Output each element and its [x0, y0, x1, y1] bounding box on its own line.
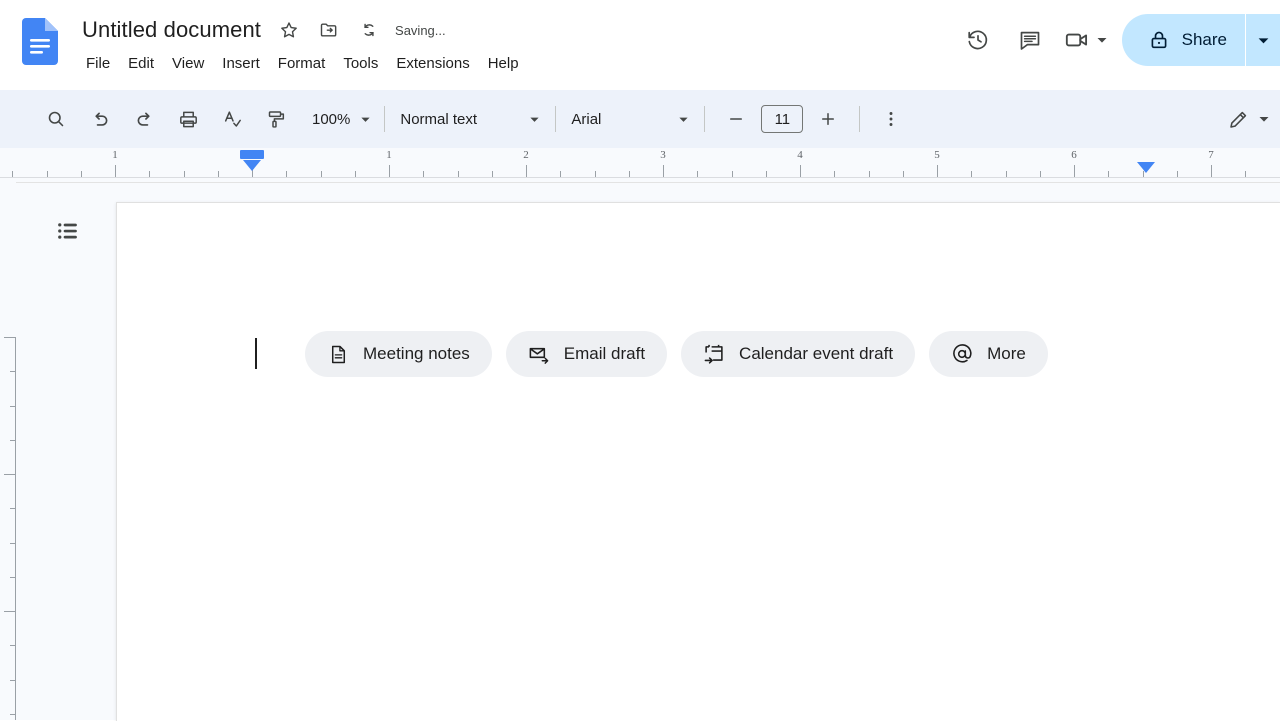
chip-email-draft[interactable]: Email draft [506, 331, 667, 377]
ruler-tick-major [800, 165, 801, 177]
editor-workspace: Meeting notes Email draft [16, 182, 1280, 720]
ruler-tick-major [526, 165, 527, 177]
share-dropdown-caret-icon[interactable] [1246, 14, 1280, 66]
chip-label: More [987, 344, 1026, 364]
chip-label: Meeting notes [363, 344, 470, 364]
ruler-number: 1 [386, 149, 392, 161]
chip-calendar-event-draft[interactable]: Calendar event draft [681, 331, 915, 377]
ruler-number: 5 [934, 149, 940, 161]
menu-help[interactable]: Help [480, 52, 527, 75]
toolbar-divider [859, 106, 860, 132]
header-actions: Share [952, 14, 1280, 66]
video-camera-icon [1064, 27, 1090, 53]
ruler-tick-major [1074, 165, 1075, 177]
font-size-stepper: 11 [714, 102, 850, 136]
menu-bar: File Edit View Insert Format Tools Exten… [78, 48, 529, 78]
main-toolbar: 100% Normal text Arial 11 [0, 90, 1280, 148]
ruler-number: 7 [1208, 149, 1214, 161]
left-indent-marker[interactable] [240, 150, 264, 171]
horizontal-ruler[interactable]: 1 1 2 3 4 5 6 7 [0, 148, 1280, 182]
toolbar-divider [704, 106, 705, 132]
smart-chip-suggestions: Meeting notes Email draft [305, 331, 1062, 377]
share-button[interactable]: Share [1122, 14, 1245, 66]
ruler-number: 6 [1071, 149, 1077, 161]
ruler-tick-major [1211, 165, 1212, 177]
toolbar-divider [555, 106, 556, 132]
document-status-icon[interactable] [353, 14, 385, 46]
document-page[interactable]: Meeting notes Email draft [116, 202, 1280, 721]
font-family-select[interactable]: Arial [565, 102, 695, 136]
editing-mode-button[interactable] [1224, 101, 1274, 137]
chevron-down-icon [1258, 113, 1270, 125]
share-label: Share [1182, 30, 1245, 50]
ruler-baseline [0, 177, 1280, 178]
zoom-value: 100% [312, 111, 350, 128]
ruler-tick-major [115, 165, 116, 177]
ruler-tick-major [663, 165, 664, 177]
star-icon[interactable] [273, 14, 305, 46]
vertical-ruler[interactable] [0, 182, 16, 720]
ruler-number: 3 [660, 149, 666, 161]
chip-meeting-notes[interactable]: Meeting notes [305, 331, 492, 377]
vertical-ruler-tick-major [4, 611, 16, 612]
save-status-text: Saving... [395, 23, 446, 38]
font-size-input[interactable]: 11 [761, 105, 803, 133]
menu-view[interactable]: View [164, 52, 212, 75]
redo-icon[interactable] [127, 102, 161, 136]
chevron-down-icon [529, 114, 540, 125]
print-icon[interactable] [171, 102, 205, 136]
google-docs-logo-icon[interactable] [22, 18, 58, 65]
text-cursor [255, 338, 257, 369]
ruler-tick-major [937, 165, 938, 177]
pencil-icon [1228, 108, 1250, 130]
version-history-icon[interactable] [958, 20, 998, 60]
menu-format[interactable]: Format [270, 52, 334, 75]
move-to-folder-icon[interactable] [313, 14, 345, 46]
ruler-number: 4 [797, 149, 803, 161]
chevron-down-icon [360, 114, 371, 125]
at-mention-icon [951, 343, 973, 365]
right-indent-marker[interactable] [1137, 162, 1155, 173]
ruler-number: 2 [523, 149, 529, 161]
document-outline-icon[interactable] [48, 211, 88, 251]
font-size-decrease-icon[interactable] [719, 102, 753, 136]
toolbar-controls: 100% Normal text Arial 11 [34, 90, 913, 148]
menu-insert[interactable]: Insert [214, 52, 268, 75]
menu-extensions[interactable]: Extensions [388, 52, 477, 75]
chip-label: Email draft [564, 344, 645, 364]
meeting-notes-icon [327, 343, 349, 365]
document-title-row: Untitled document Saving... [78, 12, 446, 48]
paragraph-style-value: Normal text [400, 111, 477, 128]
toolbar-divider [384, 106, 385, 132]
paragraph-style-select[interactable]: Normal text [394, 102, 546, 136]
meet-button[interactable] [1056, 20, 1112, 60]
calendar-event-icon [703, 343, 725, 365]
app-header: Untitled document Saving... File Edit Vi… [0, 0, 1280, 90]
menu-edit[interactable]: Edit [120, 52, 162, 75]
search-icon[interactable] [39, 102, 73, 136]
ruler-tick-major [389, 165, 390, 177]
chip-more[interactable]: More [929, 331, 1048, 377]
font-size-increase-icon[interactable] [811, 102, 845, 136]
ruler-number: 1 [112, 149, 118, 161]
vertical-ruler-tick-major [4, 337, 16, 338]
menu-file[interactable]: File [78, 52, 118, 75]
zoom-select[interactable]: 100% [304, 104, 375, 134]
document-title[interactable]: Untitled document [78, 15, 265, 45]
more-vertical-icon[interactable] [874, 102, 908, 136]
lock-icon [1148, 29, 1170, 51]
chevron-down-icon [1096, 34, 1108, 46]
menu-tools[interactable]: Tools [335, 52, 386, 75]
paint-format-icon[interactable] [259, 102, 293, 136]
font-family-value: Arial [571, 111, 601, 128]
vertical-ruler-tick-major [4, 474, 16, 475]
spelling-check-icon[interactable] [215, 102, 249, 136]
chip-label: Calendar event draft [739, 344, 893, 364]
comment-history-icon[interactable] [1010, 20, 1050, 60]
undo-icon[interactable] [83, 102, 117, 136]
chevron-down-icon [678, 114, 689, 125]
email-draft-icon [528, 343, 550, 365]
